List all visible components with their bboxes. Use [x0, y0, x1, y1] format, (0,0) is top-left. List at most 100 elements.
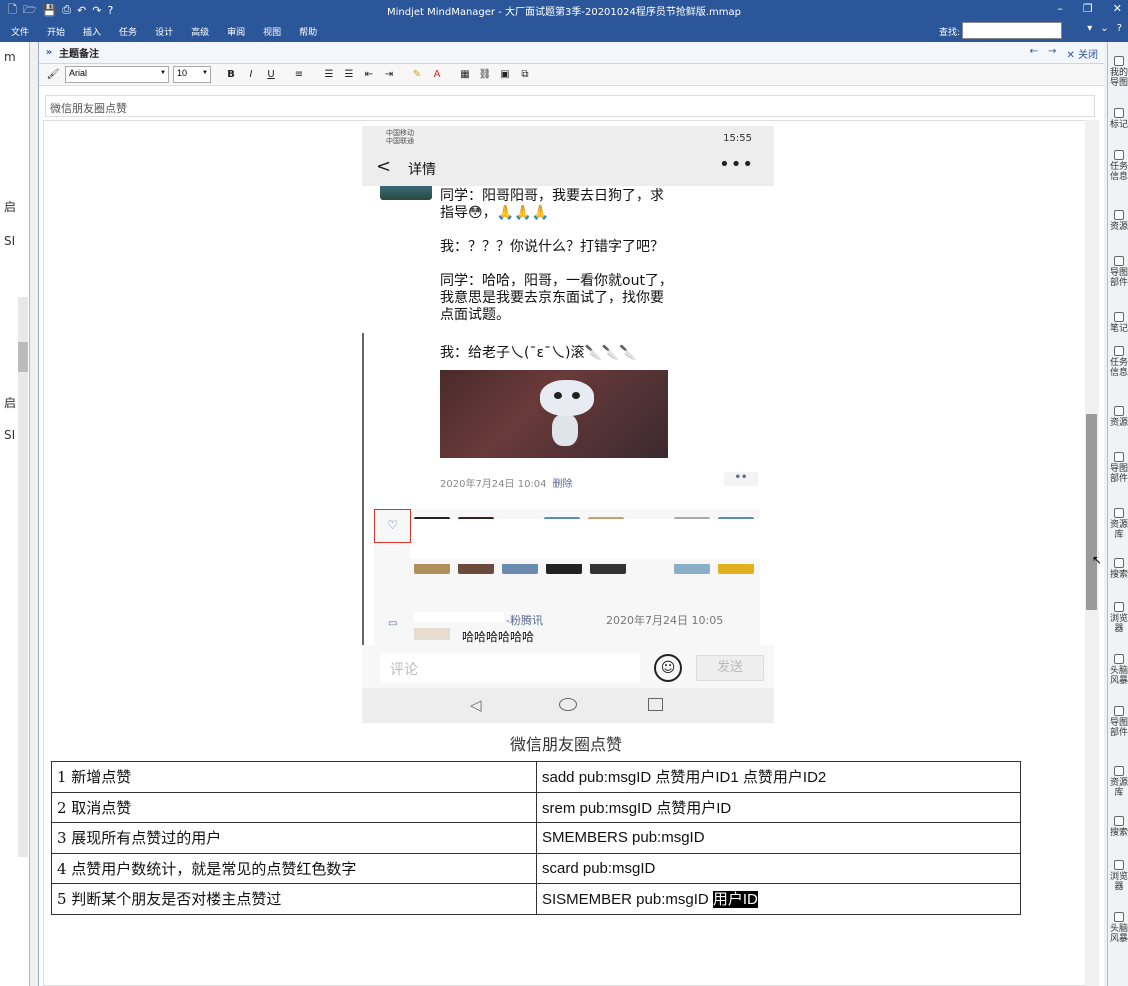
notes-icon [1114, 312, 1124, 322]
rail-map-parts-2[interactable]: 导图部件 [1110, 452, 1128, 484]
rail-my-maps[interactable]: 我的导图 [1110, 56, 1128, 88]
close-panel-button[interactable]: ✕ 关闭 [1066, 46, 1098, 61]
menu-home[interactable]: 开始 [38, 25, 74, 38]
expand-panel-icon[interactable]: » [39, 47, 59, 58]
liker-avatar [674, 564, 710, 574]
resource-icon [1114, 210, 1124, 220]
menu-design[interactable]: 设计 [146, 25, 182, 38]
map-fragment: SI [4, 428, 16, 442]
carrier-2: 中国联通 [386, 137, 414, 145]
format-painter-icon[interactable]: 🖌 [45, 67, 61, 83]
task-pane-rail: 我的导图 标记 任务信息 资源 导图部件 笔记 任务信息 资源 导图部件 资源库… [1107, 42, 1128, 986]
wechat-screenshot: 中国移动 中国联通 15:55 < 详情 ••• 同学：阳哥阳哥，我要去日狗了，求… [362, 126, 774, 723]
font-size-select[interactable]: 10 ▼ [173, 66, 211, 83]
bold-icon[interactable]: B [223, 67, 239, 83]
rail-search[interactable]: 搜索 [1110, 558, 1128, 580]
send-button: 发送 [696, 655, 764, 681]
table-cell-desc[interactable]: 1 新增点赞 [51, 761, 537, 793]
bullet-list-icon[interactable]: ☰ [341, 67, 357, 83]
rail-label: 浏览器 [1110, 614, 1128, 634]
numbered-list-icon[interactable]: ☰ [321, 67, 337, 83]
rail-notes[interactable]: 笔记 [1110, 312, 1128, 334]
browser-icon [1114, 602, 1124, 612]
notes-editor[interactable]: 中国移动 中国联通 15:55 < 详情 ••• 同学：阳哥阳哥，我要去日狗了，求… [43, 120, 1087, 986]
rail-markers[interactable]: 标记 [1110, 108, 1128, 130]
restore-icon[interactable]: ❐ [1083, 2, 1093, 15]
rail-resources-2[interactable]: 资源 [1110, 406, 1128, 428]
insert-object-icon[interactable]: ⧉ [517, 67, 533, 83]
selected-text[interactable]: 用户ID [712, 891, 758, 909]
table-cell-desc[interactable]: 5 判断某个朋友是否对楼主点赞过 [51, 883, 537, 915]
table-cell-cmd[interactable]: srem pub:msgID 点赞用户ID [536, 791, 1021, 823]
rail-browser-2[interactable]: 浏览器 [1110, 860, 1128, 892]
close-label: 关闭 [1078, 50, 1098, 61]
outdent-icon[interactable]: ⇤ [361, 67, 377, 83]
left-scrollbar[interactable] [18, 297, 28, 857]
nav-home-icon [559, 698, 577, 711]
rail-brainstorm-2[interactable]: 头脑风暴 [1110, 912, 1128, 944]
close-icon[interactable]: ✕ [1113, 2, 1122, 15]
menu-insert[interactable]: 插入 [74, 25, 110, 38]
rail-label: 搜索 [1110, 828, 1128, 838]
task-icon [1114, 150, 1124, 160]
rail-map-parts[interactable]: 导图部件 [1110, 256, 1128, 288]
rail-label: 资源 [1110, 418, 1128, 428]
redacted-likers [410, 519, 760, 559]
font-color-icon[interactable]: A [429, 67, 445, 83]
minimize-icon[interactable]: – [1057, 2, 1063, 15]
rail-search-2[interactable]: 搜索 [1110, 816, 1128, 838]
table-icon[interactable]: ▦ [457, 67, 473, 83]
rail-map-parts-3[interactable]: 导图部件 [1110, 706, 1128, 738]
menu-view[interactable]: 视图 [254, 25, 290, 38]
liker-avatar [718, 564, 754, 574]
table-cell-cmd[interactable]: sadd pub:msgID 点赞用户ID1 点赞用户ID2 [536, 761, 1021, 793]
prev-topic-icon[interactable]: ← [1030, 46, 1038, 61]
rail-resources[interactable]: 资源 [1110, 210, 1128, 232]
rail-label: 笔记 [1110, 324, 1128, 334]
help-circle-icon[interactable]: ? [1117, 23, 1122, 34]
notes-scrollbar-thumb[interactable] [1086, 414, 1097, 610]
map-icon [1114, 56, 1124, 66]
left-scrollbar-thumb[interactable] [18, 342, 28, 372]
comment-input: 评论 [380, 653, 640, 683]
highlight-icon[interactable]: ✎ [409, 67, 425, 83]
resource-icon [1114, 406, 1124, 416]
indent-icon[interactable]: ⇥ [381, 67, 397, 83]
rail-library[interactable]: 资源库 [1110, 508, 1128, 540]
menu-advanced[interactable]: 高级 [182, 25, 218, 38]
link-icon[interactable]: ⛓ [477, 67, 493, 83]
table-cell-cmd[interactable]: SMEMBERS pub:msgID [536, 822, 1021, 854]
window-title: Mindjet MindManager - 大厂面试题第3季-20201024程… [386, 6, 742, 18]
italic-icon[interactable]: I [243, 67, 259, 83]
rail-task-info-2[interactable]: 任务信息 [1110, 346, 1128, 378]
topic-title-field[interactable]: 微信朋友圈点赞 [45, 95, 1095, 117]
font-select[interactable]: Arial ▼ [65, 66, 169, 83]
thread-line [362, 333, 364, 687]
search-options-icon[interactable]: ▾ [1087, 23, 1092, 34]
notes-panel: » 主题备注 ← → ✕ 关闭 🖌 Arial ▼ 10 ▼ B I U ≡ ☰ ☰… [38, 42, 1104, 986]
table-cell-cmd[interactable]: scard pub:msgID [536, 852, 1021, 884]
map-canvas-left[interactable]: m 启 SI 启 SI [0, 42, 30, 986]
table-cell-desc[interactable]: 3 展现所有点赞过的用户 [51, 822, 537, 854]
image-icon[interactable]: ▣ [497, 67, 513, 83]
search-input[interactable] [962, 22, 1062, 39]
carrier-1: 中国移动 [386, 129, 414, 137]
align-icon[interactable]: ≡ [291, 67, 307, 83]
underline-icon[interactable]: U [263, 67, 279, 83]
rail-library-2[interactable]: 资源库 [1110, 766, 1128, 798]
menu-file[interactable]: 文件 [0, 25, 38, 38]
rail-browser[interactable]: 浏览器 [1110, 602, 1128, 634]
comment-icon: ▭ [388, 618, 398, 629]
menu-help[interactable]: 帮助 [290, 25, 326, 38]
table-cell-desc[interactable]: 2 取消点赞 [51, 791, 537, 823]
collapse-ribbon-icon[interactable]: ⌄ [1100, 23, 1108, 34]
menu-review[interactable]: 审阅 [218, 25, 254, 38]
menu-task[interactable]: 任务 [110, 25, 146, 38]
table-cell-cmd[interactable]: SISMEMBER pub:msgID 用户ID [536, 883, 1021, 915]
next-topic-icon[interactable]: → [1048, 46, 1056, 61]
menu-bar: 文件 开始 插入 任务 设计 高级 审阅 视图 帮助 查找: ▾ ⌄ ? [0, 20, 1128, 42]
table-cell-desc[interactable]: 4 点赞用户数统计，就是常见的点赞红色数字 [51, 852, 537, 884]
rail-task-info[interactable]: 任务信息 [1110, 150, 1128, 182]
rail-brainstorm[interactable]: 头脑风暴 [1110, 654, 1128, 686]
format-toolbar: 🖌 Arial ▼ 10 ▼ B I U ≡ ☰ ☰ ⇤ ⇥ ✎ A ▦ ⛓ ▣ ⧉ [39, 64, 1104, 86]
